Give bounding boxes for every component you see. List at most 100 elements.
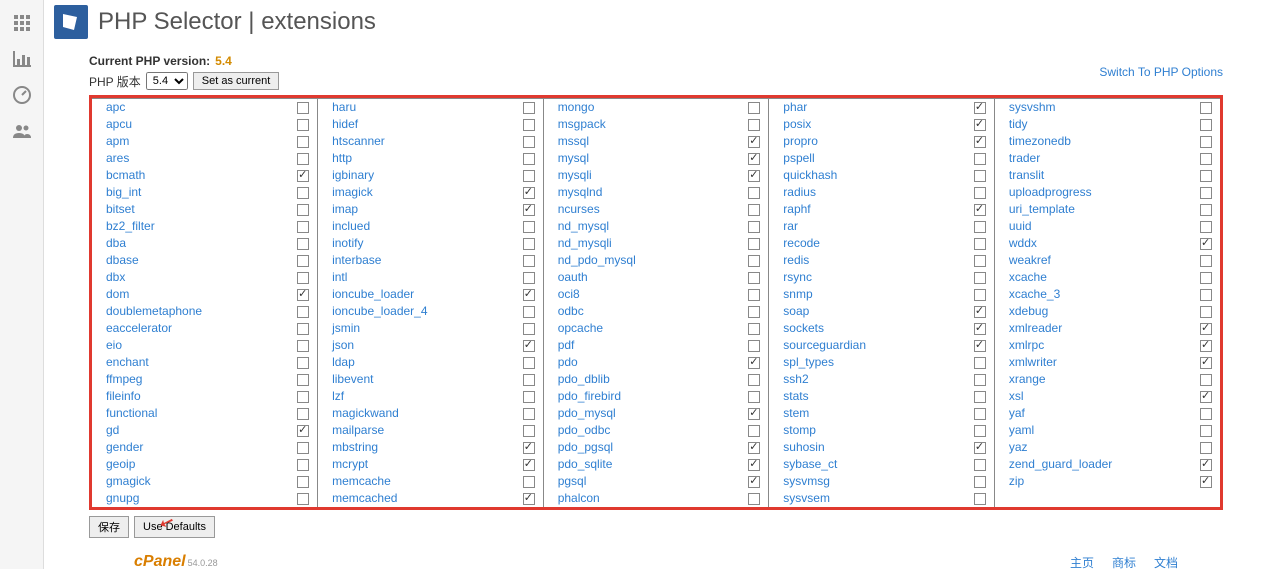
extension-checkbox[interactable]: [297, 459, 309, 471]
extension-checkbox[interactable]: [523, 493, 535, 505]
extension-checkbox[interactable]: [974, 425, 986, 437]
extension-checkbox[interactable]: [297, 170, 309, 182]
extension-name[interactable]: posix: [783, 117, 811, 132]
extension-checkbox[interactable]: [1200, 306, 1212, 318]
extension-name[interactable]: ioncube_loader_4: [332, 304, 427, 319]
extension-checkbox[interactable]: [748, 459, 760, 471]
extension-checkbox[interactable]: [1200, 459, 1212, 471]
extension-name[interactable]: yaml: [1009, 423, 1034, 438]
extension-name[interactable]: pdo: [558, 355, 578, 370]
extension-name[interactable]: mongo: [558, 100, 595, 115]
extension-name[interactable]: mcrypt: [332, 457, 368, 472]
extension-checkbox[interactable]: [748, 408, 760, 420]
extension-checkbox[interactable]: [1200, 323, 1212, 335]
extension-name[interactable]: nd_mysqli: [558, 236, 612, 251]
dashboard-icon[interactable]: [0, 77, 44, 113]
extension-checkbox[interactable]: [748, 153, 760, 165]
extension-name[interactable]: pdo_mysql: [558, 406, 616, 421]
footer-link-docs[interactable]: 文档: [1154, 554, 1178, 569]
extension-checkbox[interactable]: [1200, 272, 1212, 284]
extension-checkbox[interactable]: [523, 170, 535, 182]
extension-name[interactable]: translit: [1009, 168, 1044, 183]
extension-checkbox[interactable]: [1200, 187, 1212, 199]
extension-name[interactable]: oauth: [558, 270, 588, 285]
extension-name[interactable]: suhosin: [783, 440, 824, 455]
extension-name[interactable]: uuid: [1009, 219, 1032, 234]
extension-name[interactable]: phalcon: [558, 491, 600, 506]
extension-checkbox[interactable]: [974, 204, 986, 216]
extension-name[interactable]: libevent: [332, 372, 373, 387]
extension-checkbox[interactable]: [1200, 408, 1212, 420]
extension-name[interactable]: ssh2: [783, 372, 808, 387]
extension-name[interactable]: zip: [1009, 474, 1024, 489]
extension-name[interactable]: pspell: [783, 151, 814, 166]
extension-name[interactable]: mbstring: [332, 440, 378, 455]
extension-name[interactable]: dom: [106, 287, 129, 302]
extension-name[interactable]: phar: [783, 100, 807, 115]
extension-name[interactable]: pgsql: [558, 474, 587, 489]
extension-checkbox[interactable]: [523, 153, 535, 165]
extension-checkbox[interactable]: [974, 238, 986, 250]
extension-checkbox[interactable]: [297, 221, 309, 233]
extension-checkbox[interactable]: [523, 272, 535, 284]
extension-checkbox[interactable]: [974, 187, 986, 199]
extension-name[interactable]: bitset: [106, 202, 135, 217]
apps-icon[interactable]: [0, 5, 44, 41]
extension-name[interactable]: xcache_3: [1009, 287, 1060, 302]
extension-checkbox[interactable]: [748, 323, 760, 335]
extension-name[interactable]: pdo_sqlite: [558, 457, 613, 472]
extension-checkbox[interactable]: [523, 340, 535, 352]
extension-name[interactable]: imagick: [332, 185, 373, 200]
extension-checkbox[interactable]: [1200, 357, 1212, 369]
extension-checkbox[interactable]: [297, 272, 309, 284]
extension-name[interactable]: pdf: [558, 338, 575, 353]
extension-checkbox[interactable]: [297, 425, 309, 437]
extension-checkbox[interactable]: [974, 357, 986, 369]
extension-name[interactable]: sockets: [783, 321, 824, 336]
extension-name[interactable]: spl_types: [783, 355, 834, 370]
extension-name[interactable]: quickhash: [783, 168, 837, 183]
extension-checkbox[interactable]: [523, 391, 535, 403]
extension-name[interactable]: yaf: [1009, 406, 1025, 421]
extension-checkbox[interactable]: [748, 136, 760, 148]
extension-name[interactable]: ioncube_loader: [332, 287, 414, 302]
extension-checkbox[interactable]: [748, 238, 760, 250]
extension-name[interactable]: functional: [106, 406, 157, 421]
extension-checkbox[interactable]: [748, 204, 760, 216]
stats-icon[interactable]: [0, 41, 44, 77]
extension-name[interactable]: sysvsem: [783, 491, 830, 506]
footer-link-trademark[interactable]: 商标: [1112, 554, 1136, 569]
footer-link-home[interactable]: 主页: [1070, 554, 1094, 569]
extension-name[interactable]: xsl: [1009, 389, 1024, 404]
extension-checkbox[interactable]: [748, 255, 760, 267]
extension-checkbox[interactable]: [297, 153, 309, 165]
extension-checkbox[interactable]: [748, 374, 760, 386]
extension-name[interactable]: ldap: [332, 355, 355, 370]
extension-name[interactable]: eaccelerator: [106, 321, 172, 336]
extension-name[interactable]: ncurses: [558, 202, 600, 217]
extension-name[interactable]: enchant: [106, 355, 149, 370]
extension-checkbox[interactable]: [1200, 340, 1212, 352]
extension-name[interactable]: dbx: [106, 270, 125, 285]
set-current-button[interactable]: Set as current: [193, 72, 279, 90]
extension-checkbox[interactable]: [974, 119, 986, 131]
extension-checkbox[interactable]: [974, 136, 986, 148]
extension-checkbox[interactable]: [974, 374, 986, 386]
extension-checkbox[interactable]: [974, 340, 986, 352]
users-icon[interactable]: [0, 113, 44, 149]
extension-name[interactable]: apcu: [106, 117, 132, 132]
extension-name[interactable]: tidy: [1009, 117, 1028, 132]
extension-name[interactable]: pdo_odbc: [558, 423, 611, 438]
php-version-select[interactable]: 5.4: [146, 72, 188, 90]
extension-name[interactable]: propro: [783, 134, 818, 149]
extension-checkbox[interactable]: [974, 459, 986, 471]
extension-name[interactable]: uri_template: [1009, 202, 1075, 217]
extension-name[interactable]: inclued: [332, 219, 370, 234]
extension-name[interactable]: timezonedb: [1009, 134, 1071, 149]
extension-name[interactable]: sysvmsg: [783, 474, 830, 489]
extension-name[interactable]: msgpack: [558, 117, 606, 132]
extension-name[interactable]: fileinfo: [106, 389, 141, 404]
extension-checkbox[interactable]: [1200, 255, 1212, 267]
extension-name[interactable]: mailparse: [332, 423, 384, 438]
extension-checkbox[interactable]: [1200, 136, 1212, 148]
